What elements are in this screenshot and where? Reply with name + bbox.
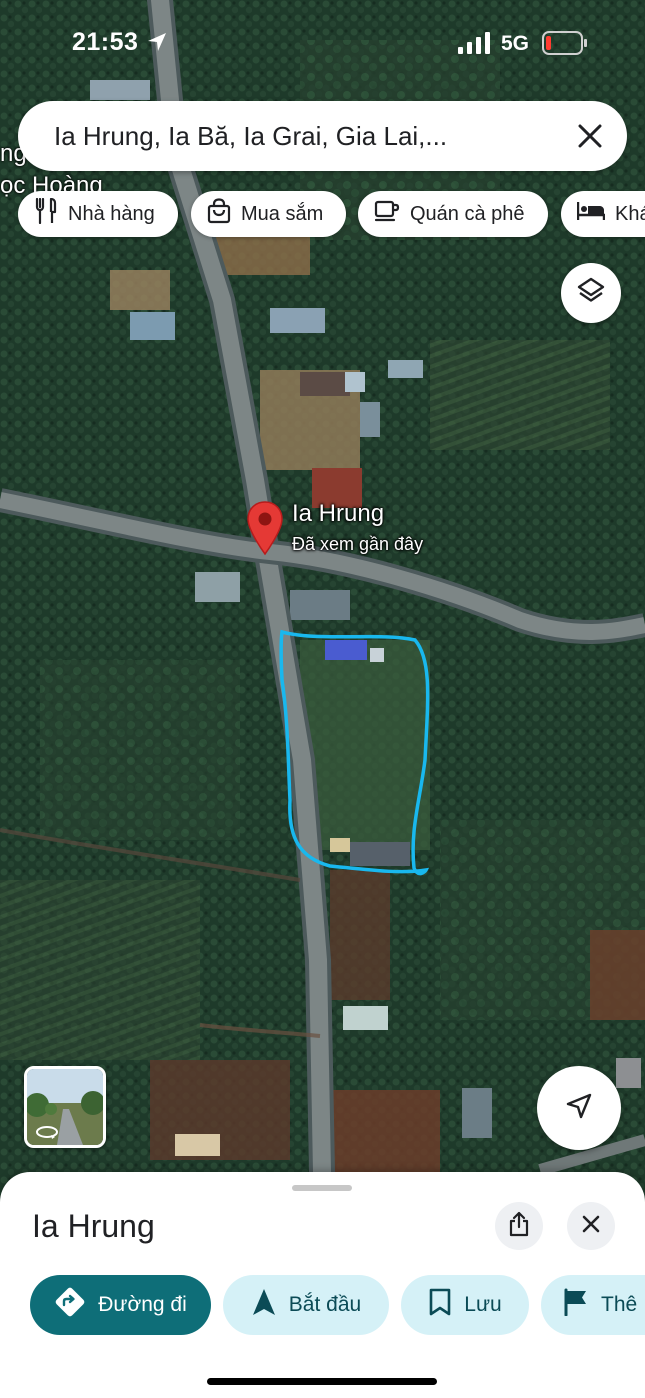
place-title: Ia Hrung: [32, 1208, 155, 1244]
drag-handle[interactable]: [292, 1185, 352, 1191]
fork-knife-icon: [34, 197, 68, 230]
directions-icon: [54, 1286, 98, 1324]
search-query[interactable]: Ia Hrung, Ia Bă, Ia Grai, Gia Lai,...: [54, 121, 447, 152]
status-time: 21:53: [72, 28, 139, 56]
place-bottom-sheet[interactable]: Ia Hrung Đường đi Bắt đầu Lưu Thê: [0, 1172, 645, 1398]
chip-label: Khá: [615, 202, 645, 225]
close-sheet-button[interactable]: [567, 1202, 615, 1250]
chip-hotels[interactable]: Khá: [561, 191, 645, 237]
network-type: 5G: [501, 32, 530, 55]
chip-shopping[interactable]: Mua sắm: [191, 191, 346, 237]
save-label: Lưu: [464, 1293, 502, 1316]
navigation-arrow-icon: [251, 1287, 289, 1323]
my-location-button[interactable]: [537, 1066, 621, 1150]
chip-restaurants[interactable]: Nhà hàng: [18, 191, 178, 237]
chip-label: Nhà hàng: [68, 202, 155, 225]
search-bar[interactable]: Ia Hrung, Ia Bă, Ia Grai, Gia Lai,...: [18, 101, 627, 171]
more-button[interactable]: Thê: [541, 1275, 645, 1335]
directions-button[interactable]: Đường đi: [30, 1275, 211, 1335]
pin-subtitle: Đã xem gần đây: [292, 534, 424, 554]
category-chips: Nhà hàng Mua sắm Quán cà phê Kh: [0, 191, 645, 239]
coffee-cup-icon: [374, 199, 410, 229]
layers-icon: [576, 276, 606, 311]
start-button[interactable]: Bắt đầu: [223, 1275, 389, 1335]
battery-low-icon: [542, 31, 588, 60]
maps-screen: ng ọc Hoàng Ia Hrung Đã xem gần đây 21:5…: [0, 0, 645, 1398]
save-button[interactable]: Lưu: [401, 1275, 529, 1335]
pin-title[interactable]: Ia Hrung: [292, 500, 384, 528]
close-icon[interactable]: [575, 121, 605, 151]
location-arrow-icon: [146, 31, 168, 58]
bookmark-icon: [428, 1287, 464, 1323]
more-label: Thê: [601, 1293, 638, 1316]
chip-label: Quán cà phê: [410, 202, 525, 225]
status-bar: 21:53 5G: [0, 0, 645, 90]
street-view-thumbnail[interactable]: [24, 1066, 106, 1148]
share-icon: [507, 1211, 531, 1242]
action-buttons-row: Đường đi Bắt đầu Lưu Thê: [0, 1275, 645, 1337]
share-button[interactable]: [495, 1202, 543, 1250]
close-icon: [580, 1213, 602, 1240]
home-indicator[interactable]: [207, 1378, 437, 1385]
rotate-360-icon: [35, 1125, 59, 1144]
navigation-arrow-icon: [564, 1091, 594, 1126]
bed-icon: [576, 200, 615, 228]
chip-coffee[interactable]: Quán cà phê: [358, 191, 548, 237]
chip-label: Mua sắm: [241, 202, 324, 225]
signal-bars-icon: [458, 32, 492, 59]
directions-label: Đường đi: [98, 1293, 187, 1316]
flag-icon: [563, 1288, 601, 1322]
layers-button[interactable]: [561, 263, 621, 323]
start-label: Bắt đầu: [288, 1293, 362, 1316]
location-pin-icon[interactable]: [246, 500, 284, 556]
shopping-bag-icon: [207, 198, 241, 230]
